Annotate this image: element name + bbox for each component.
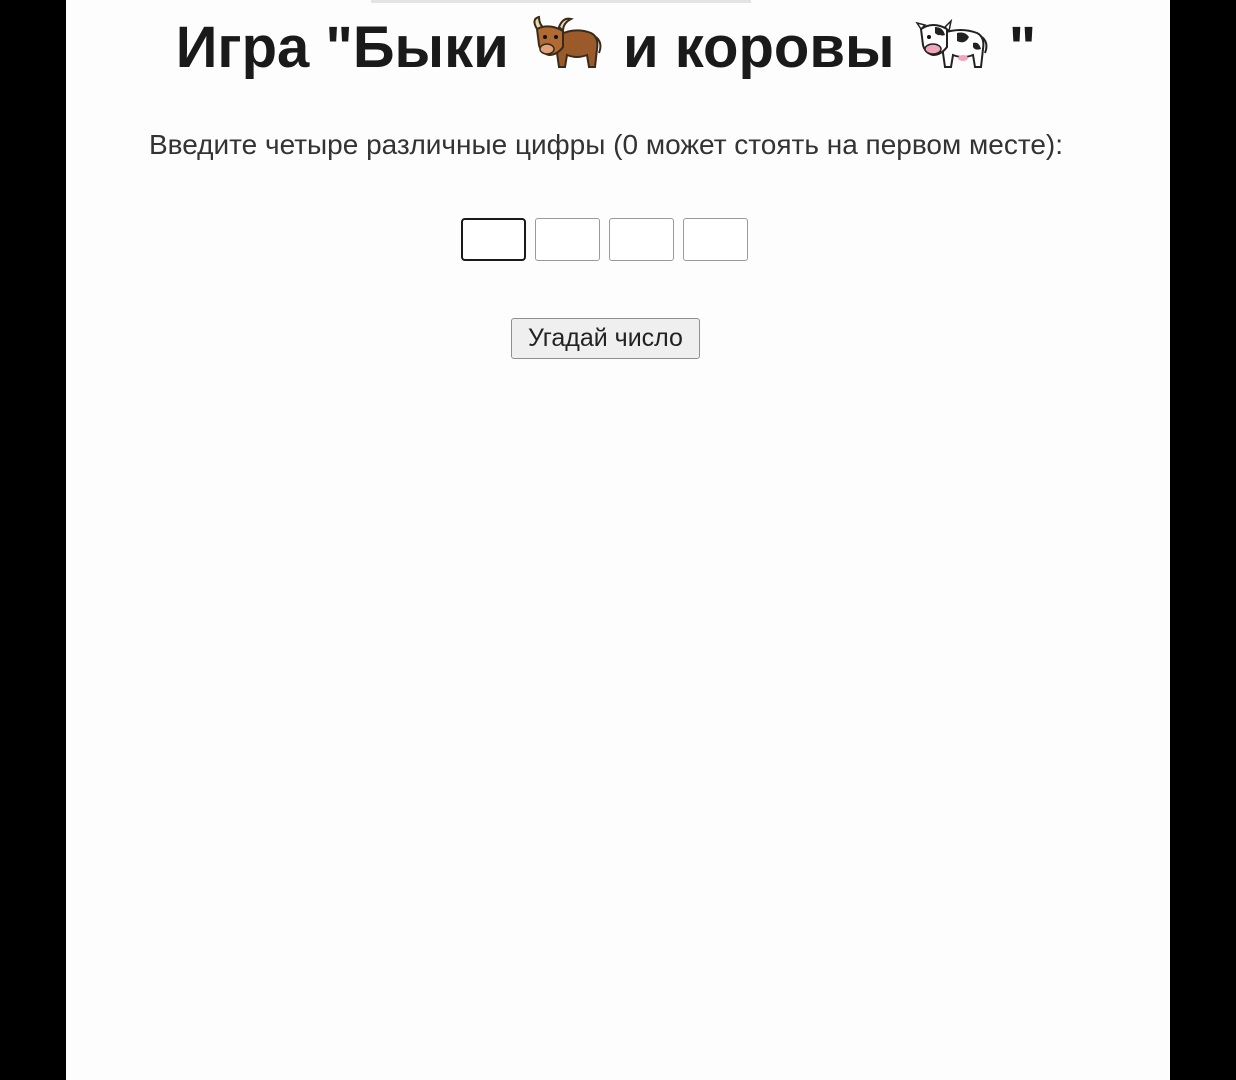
guess-number-button[interactable]: Угадай число (511, 318, 700, 359)
digit-input-2[interactable] (535, 218, 600, 261)
title-middle: и коровы (623, 15, 895, 80)
game-page: Игра "Быки и коровы " Введите четыре раз… (66, 0, 1170, 1080)
title-prefix: Игра "Быки (175, 15, 509, 80)
top-divider (371, 0, 751, 3)
cow-icon (914, 13, 989, 73)
bull-icon (529, 13, 603, 73)
title-suffix: " (1008, 15, 1037, 80)
instruction-text: Введите четыре различные цифры (0 может … (148, 129, 1064, 160)
digit-input-4[interactable] (683, 218, 748, 261)
page-title: Игра "Быки и коровы " (66, 12, 1146, 84)
digit-input-3[interactable] (609, 218, 674, 261)
digit-input-1[interactable] (461, 218, 526, 261)
digit-inputs-group (461, 218, 748, 262)
